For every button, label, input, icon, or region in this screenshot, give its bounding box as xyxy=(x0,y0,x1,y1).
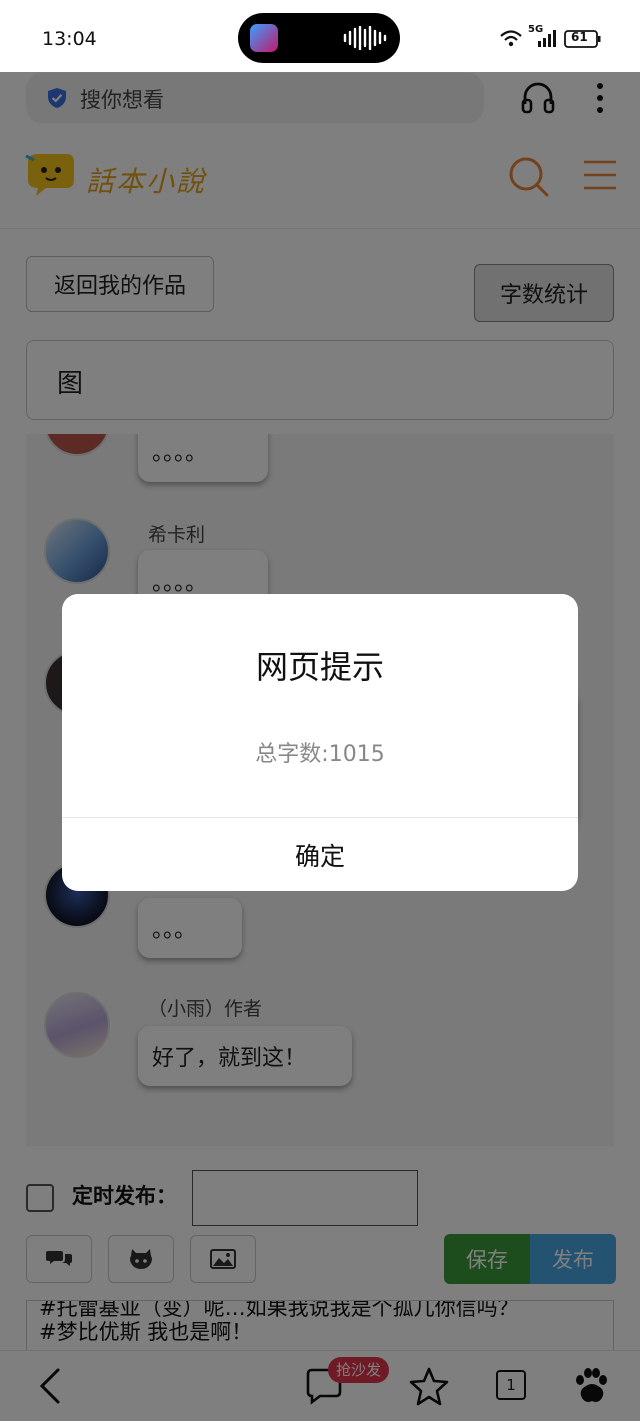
dialog-message: 总字数:1015 xyxy=(255,742,385,767)
wifi-icon xyxy=(500,30,522,47)
audio-wave-icon xyxy=(343,26,387,50)
status-time: 13:04 xyxy=(42,28,97,50)
dynamic-island xyxy=(238,13,400,63)
app-icon xyxy=(250,24,278,52)
dialog-ok-button[interactable]: 确定 xyxy=(62,818,578,891)
system-icons: 5G 61 xyxy=(498,24,608,52)
battery-level: 61 xyxy=(571,30,588,44)
network-type: 5G xyxy=(528,24,544,35)
dialog-title: 网页提示 xyxy=(255,648,384,686)
alert-dialog: 网页提示 总字数:1015 确定 xyxy=(62,594,578,891)
